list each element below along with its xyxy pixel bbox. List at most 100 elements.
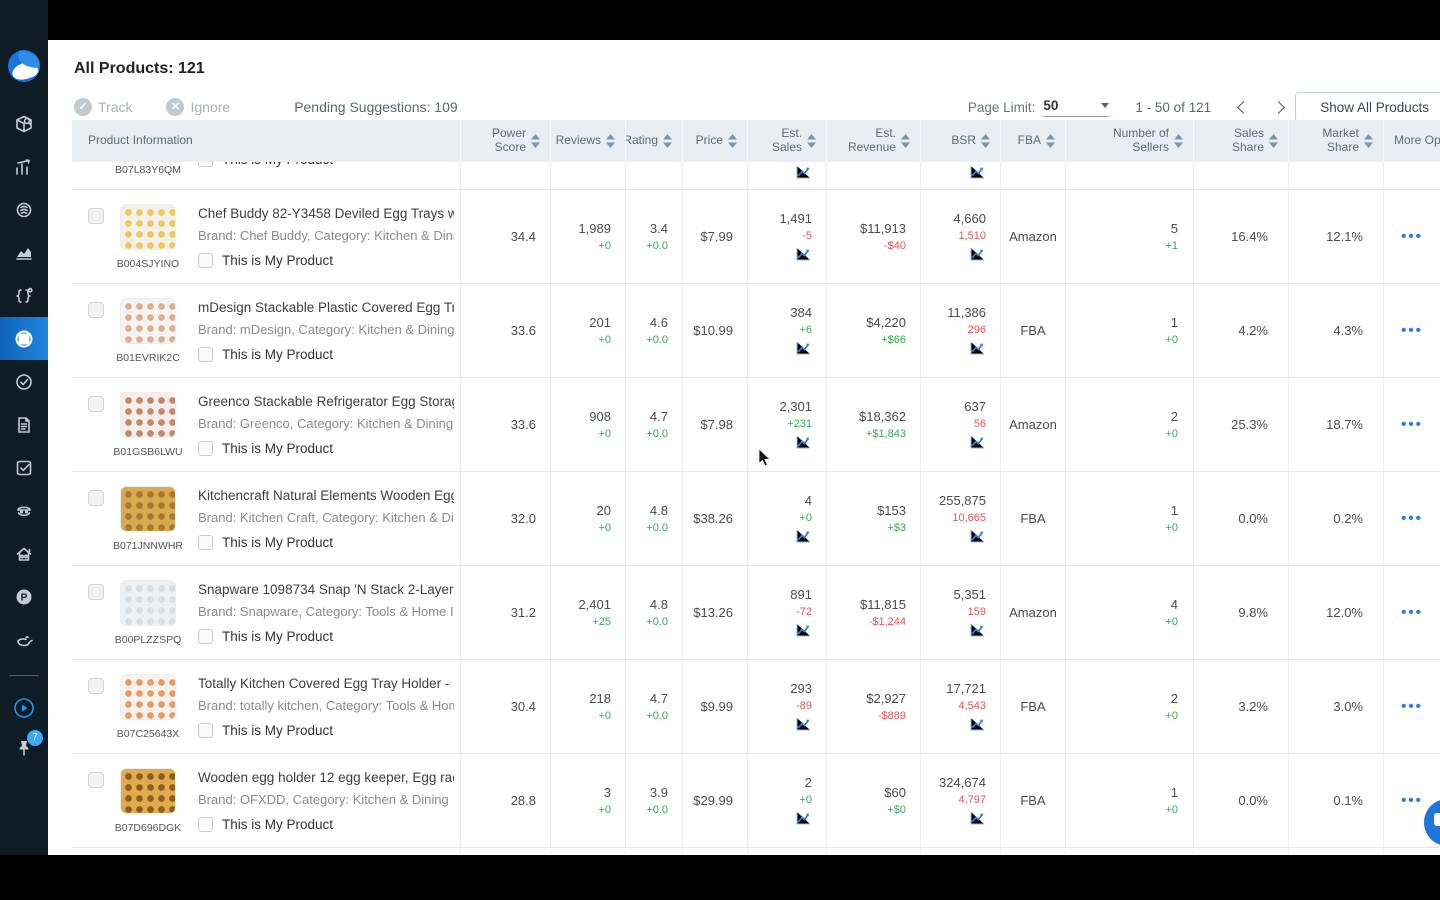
sidebar-item-wishlamp[interactable] bbox=[0, 618, 48, 661]
more-options-button[interactable]: ••• bbox=[1383, 190, 1440, 283]
product-title[interactable]: Kitchencraft Natural Elements Wooden Egg… bbox=[198, 488, 454, 503]
bsr-cell: 4,660 1,510 bbox=[920, 190, 1000, 283]
ignore-button[interactable]: ✕ Ignore bbox=[166, 98, 230, 116]
my-product-toggle[interactable]: This is My Product bbox=[198, 816, 454, 832]
row-checkbox[interactable] bbox=[88, 396, 104, 412]
column-header-fba[interactable]: FBA bbox=[1000, 120, 1065, 162]
my-product-checkbox[interactable] bbox=[198, 534, 213, 550]
sales-chart-icon[interactable] bbox=[795, 247, 812, 263]
table-row: B01EVRIK2C mDesign Stackable Plastic Cov… bbox=[72, 284, 1440, 378]
prev-page-button[interactable] bbox=[1237, 100, 1251, 114]
column-header-sales-share[interactable]: Sales Share bbox=[1193, 120, 1288, 162]
product-title[interactable]: Snapware 1098734 Snap 'N Stack 2-Layer F… bbox=[198, 582, 454, 597]
row-checkbox[interactable] bbox=[88, 208, 104, 224]
my-product-toggle[interactable]: This is My Product bbox=[198, 162, 333, 167]
est-sales-cell: 293 -89 bbox=[747, 660, 826, 753]
power-score-cell: 32.0 bbox=[460, 472, 550, 565]
my-product-checkbox[interactable] bbox=[198, 628, 213, 644]
sidebar-item-listing-analyzer[interactable] bbox=[0, 403, 48, 446]
sidebar-item-trends[interactable] bbox=[0, 231, 48, 274]
my-product-toggle[interactable]: This is My Product bbox=[198, 346, 454, 362]
product-image[interactable] bbox=[120, 673, 176, 720]
sidebar-item-product-research-active[interactable] bbox=[0, 317, 48, 360]
column-header-est-revenue[interactable]: Est. Revenue bbox=[826, 120, 920, 162]
app-logo-icon[interactable] bbox=[8, 50, 40, 82]
sidebar-item-pricing[interactable]: P bbox=[0, 575, 48, 618]
product-title[interactable]: mDesign Stackable Plastic Covered Egg Tr… bbox=[198, 300, 454, 315]
sales-chart-icon[interactable] bbox=[795, 435, 812, 451]
bsr-chart-icon[interactable] bbox=[969, 247, 986, 263]
rating-cell: 4.8 +0.0 bbox=[625, 566, 682, 659]
column-header-number-of-sellers[interactable]: Number of Sellers bbox=[1065, 120, 1193, 162]
product-image[interactable] bbox=[120, 579, 176, 626]
power-score-cell: 33.6 bbox=[460, 284, 550, 377]
product-image[interactable] bbox=[120, 485, 176, 532]
column-header-rating[interactable]: Rating bbox=[625, 120, 682, 162]
sales-chart-icon[interactable] bbox=[795, 529, 812, 545]
product-image[interactable] bbox=[120, 391, 176, 438]
sales-chart-icon[interactable] bbox=[795, 811, 812, 827]
my-product-checkbox[interactable] bbox=[198, 816, 213, 832]
sales-chart-icon[interactable] bbox=[795, 717, 812, 733]
my-product-toggle[interactable]: This is My Product bbox=[198, 722, 454, 738]
sidebar-item-market-intelligence[interactable] bbox=[0, 145, 48, 188]
product-title[interactable]: Greenco Stackable Refrigerator Egg Stora… bbox=[198, 394, 454, 409]
sidebar-item-pinned[interactable]: 7 bbox=[0, 729, 48, 772]
row-checkbox[interactable] bbox=[88, 302, 104, 318]
more-options-button[interactable]: ••• bbox=[1383, 284, 1440, 377]
row-checkbox[interactable] bbox=[88, 490, 104, 506]
sidebar-item-keyword-research[interactable] bbox=[0, 188, 48, 231]
row-checkbox[interactable] bbox=[88, 678, 104, 694]
product-image[interactable] bbox=[120, 297, 176, 344]
my-product-checkbox[interactable] bbox=[198, 346, 213, 362]
show-all-products-button[interactable]: Show All Products bbox=[1295, 92, 1440, 122]
bsr-chart-icon[interactable] bbox=[969, 623, 986, 639]
more-options-button[interactable]: ••• bbox=[1383, 472, 1440, 565]
product-brand-category: Brand: Chef Buddy, Category: Kitchen & D… bbox=[198, 227, 454, 243]
sales-chart-icon[interactable] bbox=[795, 341, 812, 357]
track-button[interactable]: ✓ Track bbox=[74, 98, 132, 116]
more-options-button[interactable]: ••• bbox=[1383, 378, 1440, 471]
sales-chart-icon[interactable] bbox=[795, 623, 812, 639]
column-header-bsr[interactable]: BSR bbox=[920, 120, 1000, 162]
product-title[interactable]: Wooden egg holder 12 egg keeper, Egg rac… bbox=[198, 770, 454, 785]
sales-chart-icon[interactable] bbox=[795, 165, 812, 181]
product-title[interactable]: Chef Buddy 82-Y3458 Deviled Egg Trays wi… bbox=[198, 206, 454, 221]
product-title[interactable]: Totally Kitchen Covered Egg Tray Holder … bbox=[198, 676, 454, 691]
my-product-toggle[interactable]: This is My Product bbox=[198, 252, 454, 268]
my-product-toggle[interactable]: This is My Product bbox=[198, 628, 454, 644]
column-header-price[interactable]: Price bbox=[682, 120, 747, 162]
row-checkbox[interactable] bbox=[88, 584, 104, 600]
bsr-chart-icon[interactable] bbox=[969, 529, 986, 545]
my-product-checkbox[interactable] bbox=[198, 440, 213, 456]
more-options-button[interactable]: ••• bbox=[1383, 660, 1440, 753]
sidebar-item-launch-check[interactable] bbox=[0, 360, 48, 403]
column-header-power-score[interactable]: Power Score bbox=[460, 120, 550, 162]
row-checkbox[interactable] bbox=[88, 772, 104, 788]
my-product-checkbox[interactable] bbox=[198, 252, 213, 268]
bsr-chart-icon[interactable] bbox=[969, 435, 986, 451]
sidebar-item-competitor-ninja[interactable] bbox=[0, 489, 48, 532]
next-page-button[interactable] bbox=[1272, 100, 1286, 114]
page-limit-select[interactable]: 50 bbox=[1043, 98, 1110, 117]
my-product-toggle[interactable]: This is My Product bbox=[198, 534, 454, 550]
column-header-est-sales[interactable]: Est. Sales bbox=[747, 120, 826, 162]
bsr-chart-icon[interactable] bbox=[969, 811, 986, 827]
product-image[interactable] bbox=[120, 203, 176, 250]
bsr-chart-icon[interactable] bbox=[969, 717, 986, 733]
sidebar-item-tasks[interactable] bbox=[0, 446, 48, 489]
bsr-chart-icon[interactable] bbox=[969, 165, 986, 181]
mouse-cursor bbox=[758, 448, 771, 467]
my-product-checkbox[interactable] bbox=[198, 162, 213, 167]
sidebar-item-storefront[interactable] bbox=[0, 532, 48, 575]
column-header-reviews[interactable]: Reviews bbox=[550, 120, 625, 162]
sidebar-item-listing-builder[interactable] bbox=[0, 274, 48, 317]
sidebar-item-product-discovery[interactable] bbox=[0, 102, 48, 145]
sidebar-item-tutorials[interactable] bbox=[0, 686, 48, 729]
product-image[interactable] bbox=[120, 767, 176, 814]
column-header-market-share[interactable]: Market Share bbox=[1288, 120, 1383, 162]
more-options-button[interactable]: ••• bbox=[1383, 566, 1440, 659]
my-product-checkbox[interactable] bbox=[198, 722, 213, 738]
my-product-toggle[interactable]: This is My Product bbox=[198, 440, 454, 456]
bsr-chart-icon[interactable] bbox=[969, 341, 986, 357]
